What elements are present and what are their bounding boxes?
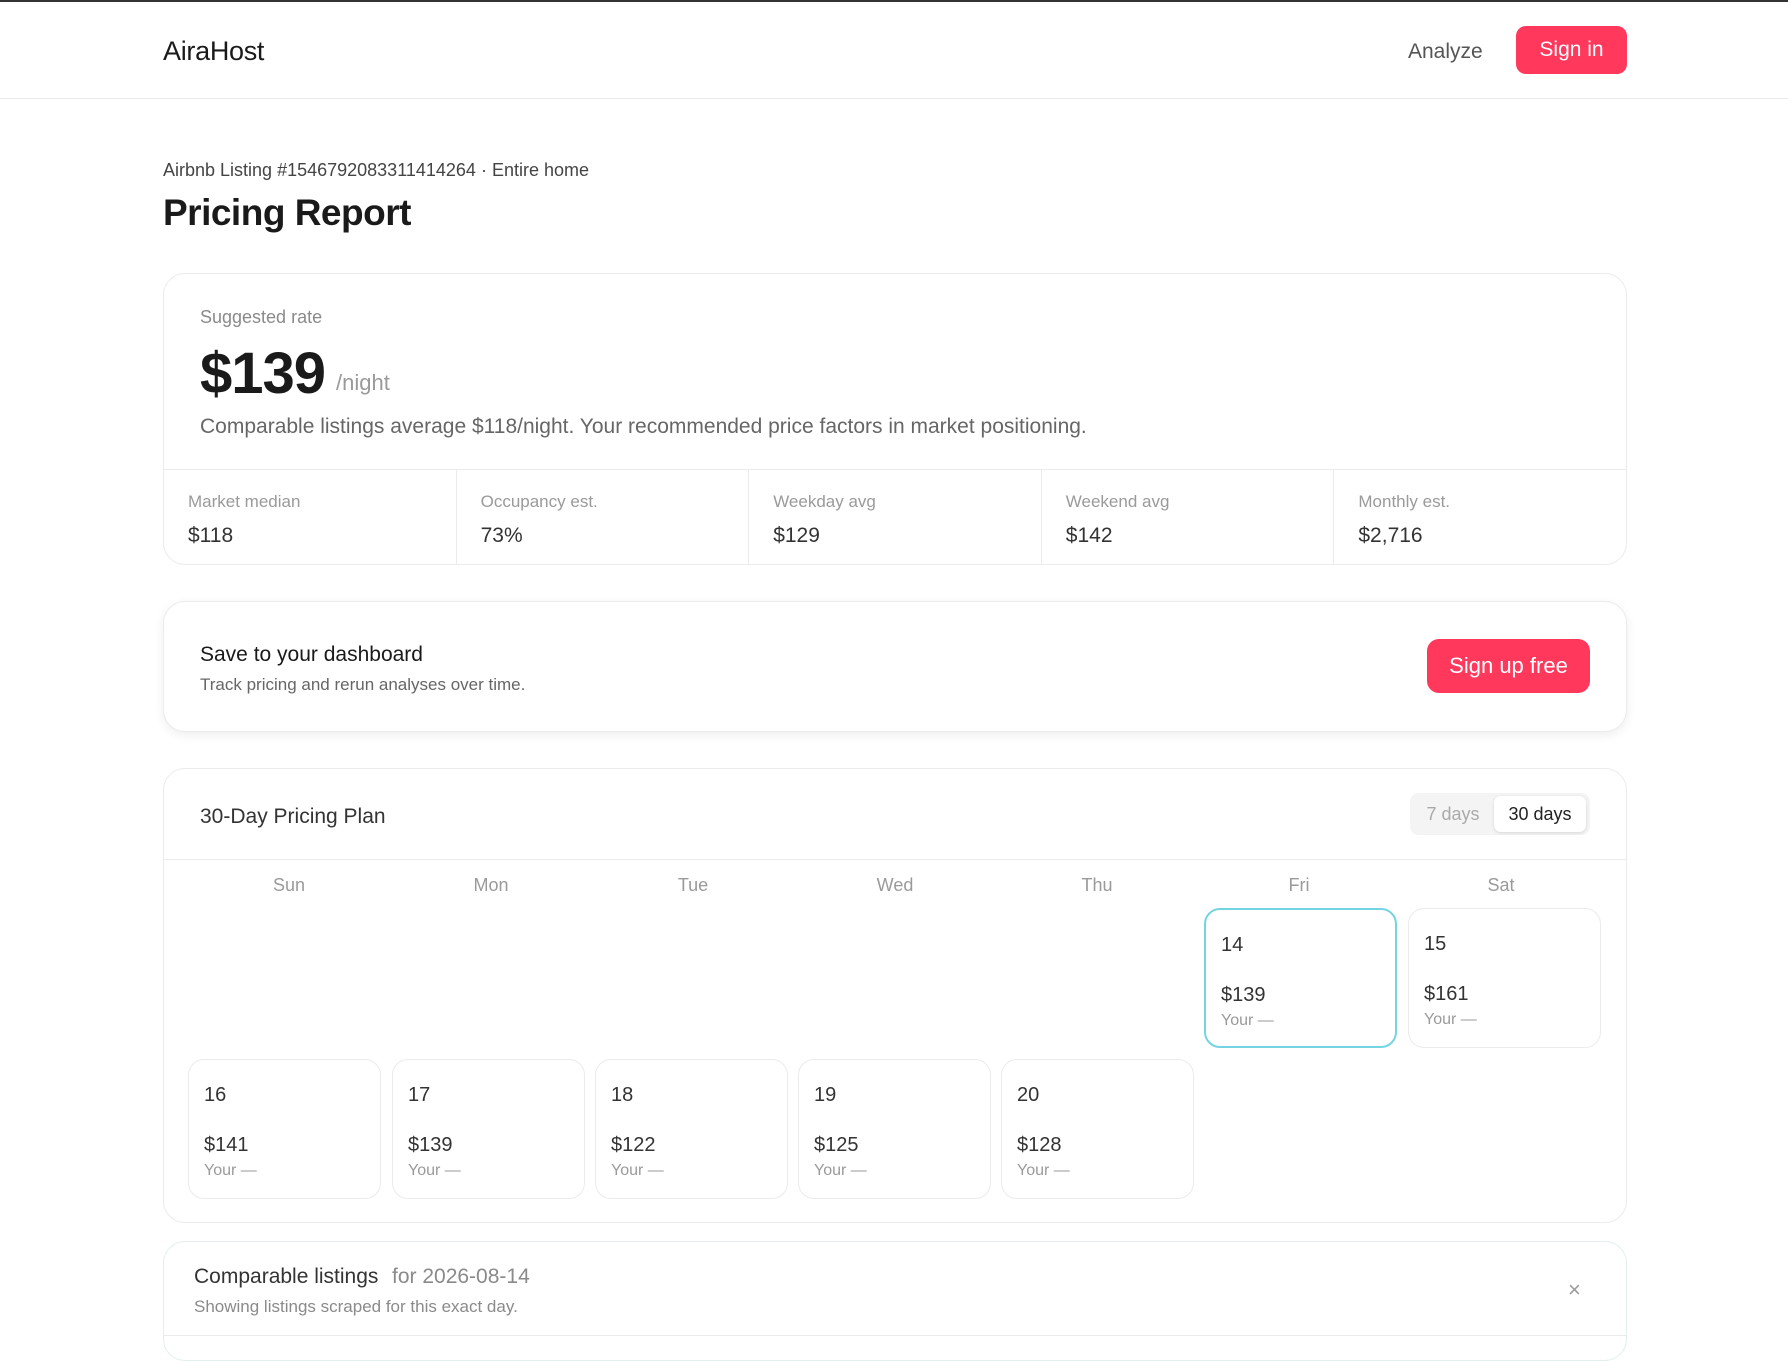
weekday-tue: Tue — [677, 875, 709, 895]
stat-weekend-avg: Weekend avg $142 — [1042, 470, 1335, 565]
day-your-price: Your — — [814, 1162, 867, 1179]
rate-unit: /night — [336, 370, 390, 395]
sign-in-button[interactable]: Sign in — [1516, 26, 1627, 74]
stat-value: $129 — [773, 524, 820, 547]
day-price: $161 — [1424, 983, 1469, 1005]
weekday-sat: Sat — [1487, 875, 1515, 895]
stat-value: $2,716 — [1358, 524, 1423, 547]
day-price: $122 — [611, 1134, 656, 1156]
stat-market-median: Market median $118 — [164, 470, 457, 565]
day-your-price: Your — — [611, 1162, 664, 1179]
page-title: Pricing Report — [163, 192, 411, 233]
pricing-plan-card: 30-Day Pricing Plan 7 days 30 days Sun M… — [163, 768, 1627, 1223]
day-your-price: Your — — [1221, 1012, 1274, 1029]
stat-value: 73% — [480, 524, 523, 547]
weekday-sun: Sun — [272, 875, 306, 895]
stat-label: Occupancy est. — [480, 492, 598, 511]
day-price: $125 — [814, 1134, 859, 1156]
plan-title: 30-Day Pricing Plan — [200, 805, 386, 828]
stat-label: Weekend avg — [1065, 492, 1170, 511]
comparable-listings-card: Comparable listings for 2026-08-14 Showi… — [163, 1241, 1627, 1361]
stat-label: Market median — [188, 492, 301, 511]
suggested-rate-value: $139 — [200, 341, 326, 406]
day-your-price: Your — — [1017, 1162, 1070, 1179]
day-your-price: Your — — [1424, 1011, 1477, 1028]
stat-label: Monthly est. — [1358, 492, 1451, 511]
suggested-rate-card: Suggested rate $139 /night Comparable li… — [163, 273, 1627, 565]
stats-row: Market median $118 Occupancy est. 73% We… — [164, 469, 1626, 565]
stat-value: $142 — [1065, 524, 1113, 547]
comparable-description: Showing listings scraped for this exact … — [194, 1297, 518, 1316]
comparable-title: Comparable listings — [194, 1265, 379, 1288]
plan-header: 30-Day Pricing Plan 7 days 30 days — [164, 769, 1626, 860]
day-cell-14[interactable]: 14 $139 Your — — [1204, 908, 1397, 1048]
day-cell-19[interactable]: 19 $125 Your — — [798, 1059, 991, 1199]
day-your-price: Your — — [408, 1162, 461, 1179]
day-price: $141 — [204, 1134, 249, 1156]
day-number: 16 — [204, 1084, 227, 1106]
day-number: 20 — [1017, 1084, 1040, 1106]
stat-monthly-est: Monthly est. $2,716 — [1334, 470, 1626, 565]
nav-analyze-link[interactable]: Analyze — [1408, 40, 1483, 64]
comparable-date: for 2026-08-14 — [392, 1265, 530, 1288]
day-cell-20[interactable]: 20 $128 Your — — [1001, 1059, 1194, 1199]
day-number: 19 — [814, 1084, 837, 1106]
stat-label: Weekday avg — [773, 492, 876, 511]
day-number: 14 — [1221, 934, 1244, 956]
site-header: AiraHost Analyze Sign in — [0, 2, 1788, 99]
day-your-price: Your — — [204, 1162, 257, 1179]
weekday-fri: Fri — [1288, 875, 1310, 895]
divider — [164, 1335, 1626, 1336]
day-price: $139 — [1221, 984, 1266, 1006]
listing-subtitle: Airbnb Listing #1546792083311414264 · En… — [163, 160, 589, 180]
save-title: Save to your dashboard — [200, 643, 423, 666]
weekday-wed: Wed — [876, 875, 914, 895]
toggle-30-days[interactable]: 30 days — [1494, 796, 1586, 832]
day-cell-18[interactable]: 18 $122 Your — — [595, 1059, 788, 1199]
weekday-mon: Mon — [473, 875, 509, 895]
day-cell-16[interactable]: 16 $141 Your — — [188, 1059, 381, 1199]
logo[interactable]: AiraHost — [163, 36, 264, 67]
day-number: 18 — [611, 1084, 634, 1106]
close-icon[interactable]: × — [1568, 1279, 1581, 1301]
day-cell-17[interactable]: 17 $139 Your — — [392, 1059, 585, 1199]
suggested-rate-label: Suggested rate — [200, 307, 323, 327]
range-toggle: 7 days 30 days — [1410, 793, 1590, 835]
save-dashboard-card: Save to your dashboard Track pricing and… — [163, 601, 1627, 732]
day-number: 15 — [1424, 933, 1447, 955]
save-description: Track pricing and rerun analyses over ti… — [200, 675, 526, 694]
day-price: $128 — [1017, 1134, 1062, 1156]
day-cell-15[interactable]: 15 $161 Your — — [1408, 908, 1601, 1048]
sign-up-free-button[interactable]: Sign up free — [1427, 639, 1590, 693]
toggle-7-days[interactable]: 7 days — [1410, 793, 1496, 835]
weekday-thu: Thu — [1081, 875, 1113, 895]
stat-value: $118 — [188, 524, 234, 547]
day-price: $139 — [408, 1134, 453, 1156]
stat-occupancy: Occupancy est. 73% — [457, 470, 750, 565]
rate-description: Comparable listings average $118/night. … — [200, 415, 1087, 438]
day-number: 17 — [408, 1084, 431, 1106]
stat-weekday-avg: Weekday avg $129 — [749, 470, 1042, 565]
